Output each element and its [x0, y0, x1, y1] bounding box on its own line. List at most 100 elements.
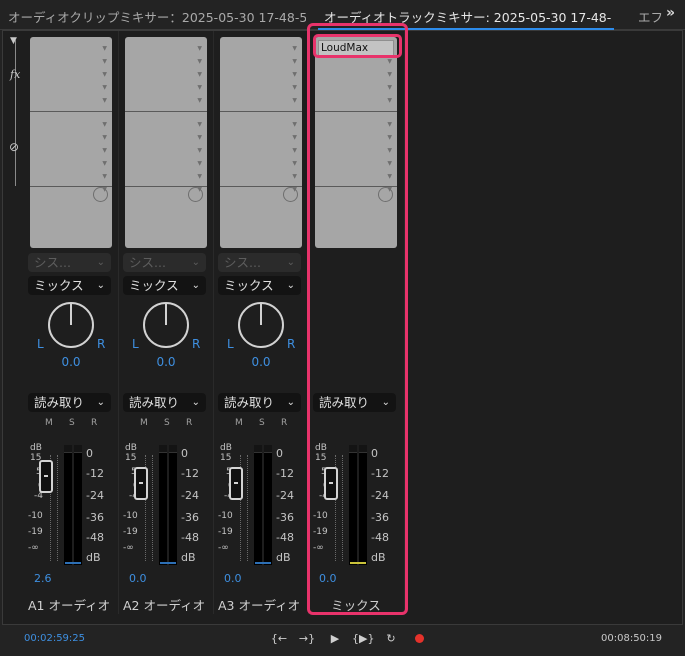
mode-dropdown[interactable]: ミックス ⌄: [28, 276, 111, 295]
volume-value[interactable]: 0.0: [319, 572, 337, 585]
automation-dropdown[interactable]: 読み取り ⌄: [28, 393, 111, 412]
track-label: A1 オーディオ: [28, 595, 110, 614]
chevron-down-icon[interactable]: ▼: [197, 134, 202, 141]
pan-value[interactable]: 0.0: [24, 355, 118, 369]
chevron-down-icon[interactable]: ▼: [197, 45, 202, 52]
chevron-down-icon[interactable]: ▼: [292, 160, 297, 167]
tab-audio-clip-mixer[interactable]: オーディオクリップミキサー：2025-05-30 17-48-55: [8, 7, 306, 26]
record-enable-button[interactable]: R: [281, 418, 287, 428]
pan-needle: [260, 304, 262, 325]
chevron-down-icon[interactable]: ▼: [387, 71, 392, 78]
volume-fader[interactable]: [229, 467, 243, 500]
volume-value[interactable]: 2.6: [34, 572, 52, 585]
effects-rack[interactable]: LoudMax ▼ ▼ ▼ ▼ ▼ ▼ ▼ ▼ ▼ ▼: [315, 37, 397, 248]
chevron-down-icon[interactable]: ▼: [292, 134, 297, 141]
send-dropdown[interactable]: シス... ⌄: [28, 253, 111, 272]
send-dropdown[interactable]: シス... ⌄: [218, 253, 301, 272]
pan-value[interactable]: 0.0: [214, 355, 308, 369]
double-chevron-right-icon[interactable]: »: [666, 5, 675, 21]
tab-audio-track-mixer[interactable]: オーディオトラックミキサー: 2025-05-30 17-48-: [324, 7, 614, 26]
play-in-to-out-icon[interactable]: {▶}: [352, 629, 374, 649]
chevron-down-icon[interactable]: ▼: [102, 71, 107, 78]
pan-knob[interactable]: [238, 302, 284, 348]
chevron-down-icon[interactable]: ▼: [102, 45, 107, 52]
chevron-down-icon[interactable]: ▼: [387, 84, 392, 91]
chevron-down-icon[interactable]: ▼: [292, 84, 297, 91]
chevron-down-icon[interactable]: ▼: [292, 45, 297, 52]
volume-fader[interactable]: [134, 467, 148, 500]
record-enable-button[interactable]: R: [186, 418, 192, 428]
chevron-down-icon[interactable]: ▼: [387, 121, 392, 128]
chevron-down-icon[interactable]: ▼: [102, 134, 107, 141]
meter-scale-label: -12: [276, 467, 294, 480]
chevron-down-icon[interactable]: ▼: [102, 84, 107, 91]
chevron-down-icon[interactable]: ▼: [197, 84, 202, 91]
chevron-down-icon[interactable]: ▼: [197, 58, 202, 65]
record-enable-button[interactable]: R: [91, 418, 97, 428]
chevron-down-icon[interactable]: ▼: [387, 97, 392, 104]
mute-button[interactable]: M: [140, 418, 148, 428]
current-timecode[interactable]: 00:02:59:25: [24, 633, 85, 644]
chevron-down-icon[interactable]: ▼: [387, 134, 392, 141]
play-icon[interactable]: ▶: [324, 629, 346, 649]
send-knob-icon[interactable]: ⊘: [9, 140, 19, 154]
chevron-down-icon[interactable]: ▼: [387, 173, 392, 180]
chevron-down-icon[interactable]: ▼: [292, 97, 297, 104]
automation-dropdown[interactable]: 読み取り ⌄: [218, 393, 301, 412]
chevron-down-icon[interactable]: ▼: [197, 160, 202, 167]
mode-dropdown[interactable]: ミックス ⌄: [218, 276, 301, 295]
fx-icon[interactable]: fx: [10, 68, 20, 81]
solo-button[interactable]: S: [164, 418, 170, 428]
chevron-down-icon[interactable]: ▼: [102, 97, 107, 104]
chevron-down-icon[interactable]: ▼: [387, 147, 392, 154]
send-knob-icon[interactable]: [378, 187, 393, 202]
chevron-down-icon[interactable]: ▼: [102, 121, 107, 128]
solo-button[interactable]: S: [69, 418, 75, 428]
fader-area: dB1550-4-10-19-∞0-12-24-36-48dB: [119, 439, 213, 569]
effects-rack[interactable]: ▼ ▼ ▼ ▼ ▼ ▼ ▼ ▼ ▼ ▼ ▼: [30, 37, 112, 248]
meter-floor: [65, 562, 81, 564]
go-to-in-icon[interactable]: {←: [268, 629, 290, 649]
chevron-down-icon[interactable]: ▼: [292, 58, 297, 65]
volume-value[interactable]: 0.0: [129, 572, 147, 585]
volume-fader[interactable]: [39, 459, 53, 493]
mute-button[interactable]: M: [235, 418, 243, 428]
chevron-down-icon[interactable]: ▼: [292, 173, 297, 180]
effects-rack[interactable]: ▼ ▼ ▼ ▼ ▼ ▼ ▼ ▼ ▼ ▼ ▼: [220, 37, 302, 248]
record-icon[interactable]: [415, 634, 424, 643]
chevron-down-icon[interactable]: ▼: [102, 173, 107, 180]
chevron-down-icon[interactable]: ▼: [387, 58, 392, 65]
chevron-down-icon[interactable]: ▼: [197, 97, 202, 104]
chevron-down-icon[interactable]: ▼: [102, 58, 107, 65]
mute-button[interactable]: M: [45, 418, 53, 428]
go-to-out-icon[interactable]: →}: [296, 629, 318, 649]
automation-dropdown[interactable]: 読み取り ⌄: [313, 393, 396, 412]
chevron-down-icon[interactable]: ▼: [102, 160, 107, 167]
tab-effects[interactable]: エフ: [638, 7, 662, 26]
send-knob-icon[interactable]: [188, 187, 203, 202]
pan-knob[interactable]: [48, 302, 94, 348]
chevron-down-icon[interactable]: ▼: [197, 71, 202, 78]
automation-dropdown[interactable]: 読み取り ⌄: [123, 393, 206, 412]
chevron-down-icon[interactable]: ▼: [197, 173, 202, 180]
chevron-down-icon[interactable]: ▼: [292, 121, 297, 128]
pan-value[interactable]: 0.0: [119, 355, 213, 369]
chevron-down-icon[interactable]: ▼: [197, 121, 202, 128]
volume-value[interactable]: 0.0: [224, 572, 242, 585]
send-dropdown[interactable]: シス... ⌄: [123, 253, 206, 272]
mode-dropdown[interactable]: ミックス ⌄: [123, 276, 206, 295]
chevron-down-icon[interactable]: ▼: [102, 147, 107, 154]
solo-button[interactable]: S: [259, 418, 265, 428]
chevron-down-icon[interactable]: ▼: [292, 147, 297, 154]
effects-rack[interactable]: ▼ ▼ ▼ ▼ ▼ ▼ ▼ ▼ ▼ ▼ ▼: [125, 37, 207, 248]
chevron-down-icon[interactable]: ▼: [197, 147, 202, 154]
effect-slot[interactable]: LoudMax: [318, 40, 394, 56]
send-knob-icon[interactable]: [283, 187, 298, 202]
send-knob-icon[interactable]: [93, 187, 108, 202]
meter-scale-label: -24: [86, 489, 104, 502]
pan-knob[interactable]: [143, 302, 189, 348]
chevron-down-icon[interactable]: ▼: [292, 71, 297, 78]
loop-icon[interactable]: ↻: [380, 629, 402, 649]
volume-fader[interactable]: [324, 467, 338, 500]
chevron-down-icon[interactable]: ▼: [387, 160, 392, 167]
